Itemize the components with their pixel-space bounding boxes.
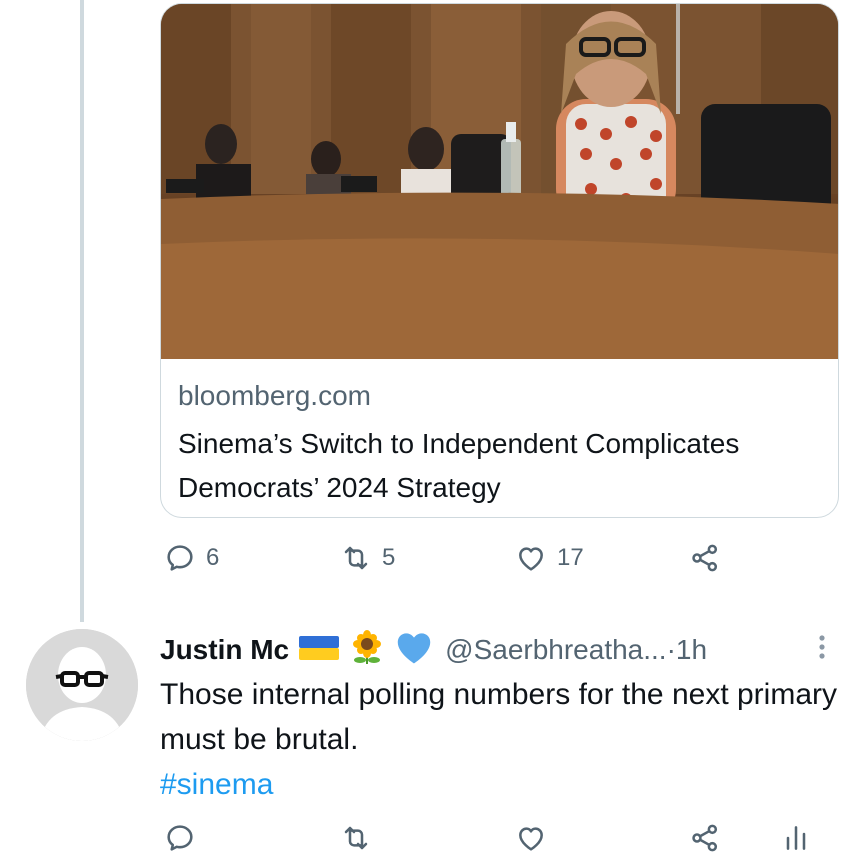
heart-icon (519, 547, 543, 571)
hearing-photo (161, 4, 838, 359)
reply-text: Those internal polling numbers for the n… (160, 678, 837, 756)
like-action-2[interactable] (515, 822, 547, 854)
reply-count: 6 (206, 544, 220, 571)
card-title: Sinema’s Switch to Independent Complicat… (178, 428, 740, 503)
reply-action-2[interactable] (164, 822, 196, 854)
share-icon (692, 824, 718, 852)
reply-header: Justin Mc @Saerbhreatha... · 1h (160, 628, 707, 672)
more-vertical-icon (819, 635, 825, 659)
flag-ukraine-icon (299, 634, 340, 667)
link-preview-card[interactable]: bloomberg.com Sinema’s Switch to Indepen… (160, 3, 839, 518)
retweet-icon (344, 546, 368, 570)
like-action[interactable]: 17 (515, 542, 584, 574)
reply-icon (167, 545, 193, 571)
user-handle[interactable]: @Saerbhreatha... (445, 634, 666, 666)
card-domain: bloomberg.com (178, 380, 371, 411)
hashtag-link[interactable]: #sinema (160, 762, 273, 807)
reply-action[interactable]: 6 (164, 542, 219, 574)
default-avatar-icon (26, 629, 138, 741)
sunflower-icon (349, 629, 385, 671)
more-options-button[interactable] (812, 633, 832, 663)
share-icon (692, 544, 718, 572)
retweet-action-2[interactable] (340, 822, 372, 854)
retweet-icon (344, 826, 368, 850)
analytics-action[interactable] (780, 822, 812, 854)
article-image[interactable] (161, 4, 838, 359)
heart-icon (519, 827, 543, 851)
share-action-2[interactable] (689, 822, 721, 854)
retweet-action[interactable]: 5 (340, 542, 395, 574)
retweet-count: 5 (382, 544, 396, 571)
avatar[interactable] (26, 629, 138, 741)
analytics-icon (786, 826, 806, 850)
timestamp[interactable]: 1h (676, 634, 707, 666)
blue-heart-icon (395, 631, 433, 670)
thread-connector-line (80, 0, 84, 622)
timestamp-separator: · (666, 634, 676, 665)
like-count: 17 (557, 544, 584, 571)
display-name[interactable]: Justin Mc (160, 634, 289, 666)
reply-icon (167, 825, 193, 851)
share-action[interactable] (689, 542, 721, 574)
